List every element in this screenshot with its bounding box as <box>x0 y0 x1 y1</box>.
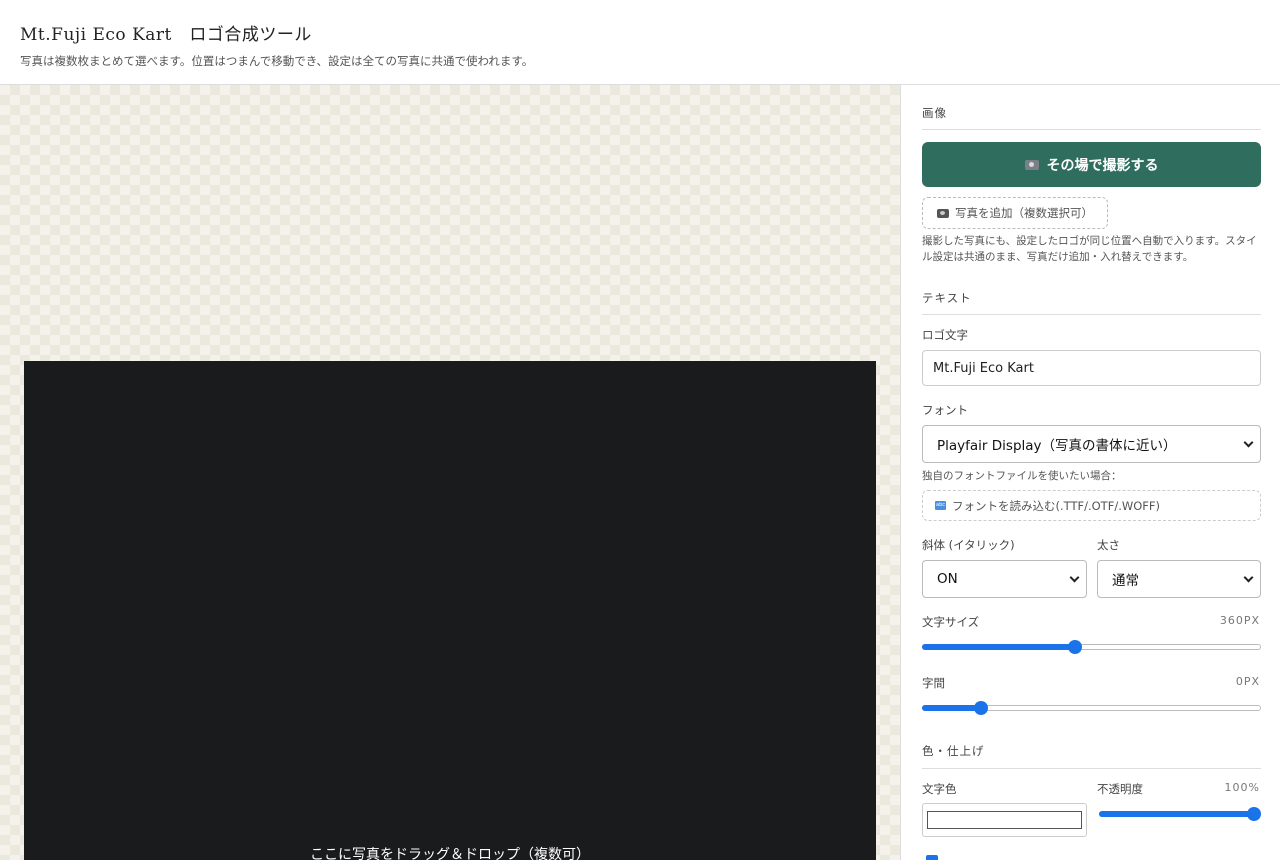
canvas-area[interactable]: ここに写真をドラッグ＆ドロップ（複数可） <box>0 85 900 860</box>
section-divider <box>922 768 1261 769</box>
load-font-button[interactable]: abc フォントを読み込む(.TTF/.OTF/.WOFF) <box>922 490 1261 521</box>
letter-spacing-slider[interactable] <box>922 698 1261 718</box>
font-size-value: 360PX <box>1219 614 1260 627</box>
text-color-label: 文字色 <box>922 782 957 796</box>
font-size-label: 文字サイズ <box>922 615 980 629</box>
logo-text-input[interactable] <box>922 350 1261 386</box>
section-title-text: テキスト <box>922 291 972 305</box>
text-color-picker[interactable] <box>922 803 1087 837</box>
section-title-image: 画像 <box>922 106 947 120</box>
chevron-down-icon <box>1243 437 1254 448</box>
image-note: 撮影した写真にも、設定したロゴが同じ位置へ自動で入ります。スタイル設定は共通のま… <box>922 235 1257 263</box>
drop-hint: ここに写真をドラッグ＆ドロップ（複数可） <box>310 847 590 860</box>
custom-font-note: 独自のフォントファイルを使いたい場合： <box>922 470 1122 482</box>
photo-drop-zone[interactable]: ここに写真をドラッグ＆ドロップ（複数可） <box>24 361 876 860</box>
opacity-slider[interactable] <box>1099 804 1261 824</box>
weight-label: 太さ <box>1097 538 1120 552</box>
load-font-label: フォントを読み込む(.TTF/.OTF/.WOFF) <box>952 498 1160 513</box>
italic-select[interactable]: ON <box>922 560 1087 598</box>
weight-select[interactable]: 通常 <box>1097 560 1261 598</box>
opacity-value: 100% <box>1224 781 1260 794</box>
font-select[interactable]: Playfair Display（写真の書体に近い） <box>922 425 1261 463</box>
color-swatch <box>927 811 1082 829</box>
abc-icon: abc <box>935 501 946 510</box>
add-photo-button[interactable]: 写真を追加（複数選択可） <box>922 197 1108 229</box>
slider-fill <box>922 705 981 711</box>
slider-thumb[interactable] <box>1247 807 1261 821</box>
slider-fill <box>1099 811 1254 817</box>
camera-icon <box>937 208 949 218</box>
slider-fill <box>922 644 1075 650</box>
app-subtitle: 写真は複数枚まとめて選べます。位置はつまんで移動でき、設定は全ての写真に共通で使… <box>20 54 534 68</box>
font-size-slider[interactable] <box>922 637 1261 657</box>
settings-panel: 画像 その場で撮影する 写真を追加（複数選択可） 撮影した写真にも、設定したロゴ… <box>900 85 1280 860</box>
italic-select-value: ON <box>937 571 958 587</box>
section-title-color: 色・仕上げ <box>922 744 985 758</box>
weight-select-value: 通常 <box>1112 573 1139 589</box>
section-divider <box>922 314 1261 315</box>
camera-icon <box>1024 159 1039 170</box>
capture-photo-button[interactable]: その場で撮影する <box>922 142 1261 187</box>
logo-text-label: ロゴ文字 <box>922 328 968 342</box>
font-label: フォント <box>922 403 968 417</box>
option-checkbox[interactable] <box>926 855 938 860</box>
chevron-down-icon <box>1069 572 1080 583</box>
chevron-down-icon <box>1243 572 1254 583</box>
app-header: Mt.Fuji Eco Kart ロゴ合成ツール 写真は複数枚まとめて選べます。… <box>0 0 1280 85</box>
slider-thumb[interactable] <box>1068 640 1082 654</box>
font-select-value: Playfair Display（写真の書体に近い） <box>937 438 1177 454</box>
app-title: Mt.Fuji Eco Kart ロゴ合成ツール <box>20 25 312 45</box>
letter-spacing-value: 0PX <box>1235 675 1260 688</box>
letter-spacing-label: 字間 <box>922 676 945 690</box>
capture-photo-label: その場で撮影する <box>1046 157 1159 174</box>
opacity-label: 不透明度 <box>1097 782 1143 796</box>
italic-label: 斜体 (イタリック) <box>922 538 1015 552</box>
slider-thumb[interactable] <box>974 701 988 715</box>
section-divider <box>922 129 1261 130</box>
add-photo-label: 写真を追加（複数選択可） <box>955 206 1093 220</box>
